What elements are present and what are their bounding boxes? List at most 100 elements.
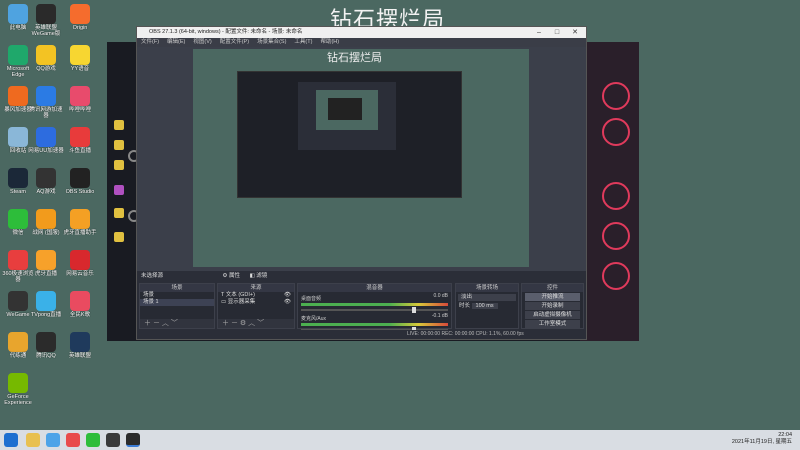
down-icon[interactable]: ﹀ — [257, 320, 264, 327]
source-item[interactable]: ▭ 显示器采集 👁 — [218, 299, 294, 306]
menu-item[interactable]: 场景集合(S) — [257, 39, 286, 45]
no-source-label: 未选择源 — [141, 273, 164, 279]
add-icon[interactable]: ＋ — [222, 320, 229, 327]
uu-icon — [36, 127, 56, 147]
desktop-shortcut[interactable]: 哔哩哔哩 — [62, 86, 98, 113]
scene-item[interactable]: 场景 1 — [140, 299, 214, 306]
start-recording-button[interactable]: 开始录制 — [525, 302, 580, 310]
champion-icon[interactable] — [114, 140, 124, 150]
up-icon[interactable]: ︿ — [162, 320, 169, 327]
desktop-shortcut-label: GeForce Experience — [4, 394, 32, 406]
track-level: 0.0 dB — [433, 293, 448, 299]
desktop-shortcut[interactable]: YY语音 — [62, 45, 98, 72]
desktop-shortcut[interactable]: AQ游戏 — [28, 168, 64, 195]
desktop-shortcut[interactable]: 网易云音乐 — [62, 250, 98, 277]
scenes-dock: 场景 场景 场景 1 ＋ － ︿ ﹀ — [139, 283, 215, 329]
clock[interactable]: 22:04 2021年11月19日, 星期五 — [732, 432, 792, 446]
avatar-ring[interactable] — [602, 182, 630, 210]
menu-item[interactable]: 视图(V) — [193, 39, 211, 45]
filters-button[interactable]: ◧ 滤镜 — [250, 273, 268, 279]
menu-item[interactable]: 配置文件(P) — [220, 39, 249, 45]
preview-area[interactable]: 钻石摆烂局 — [137, 47, 586, 271]
volume-slider[interactable] — [301, 307, 448, 313]
desktop-shortcut[interactable]: 腾讯QQ — [28, 332, 64, 359]
filters-label: 滤镜 — [256, 273, 268, 279]
avatar-ring[interactable] — [602, 222, 630, 250]
explorer-icon[interactable] — [26, 433, 40, 447]
champion-icon[interactable] — [114, 208, 124, 218]
desktop-shortcut[interactable]: TVpong直播 — [28, 291, 64, 318]
menu-item[interactable]: 帮助(H) — [320, 39, 339, 45]
desktop-shortcut[interactable]: 斗鱼直播 — [62, 127, 98, 154]
clock-date: 2021年11月19日, 星期五 — [731, 439, 792, 445]
champion-icon[interactable] — [114, 120, 124, 130]
desktop-shortcut[interactable]: QQ游戏 — [28, 45, 64, 72]
obs-titlebar[interactable]: OBS 27.1.3 (64-bit, windows) - 配置文件: 未命名… — [137, 27, 586, 38]
nested-preview-deep — [328, 98, 362, 120]
desktop-shortcut[interactable]: 腾讯网游加速器 — [28, 86, 64, 119]
up-icon[interactable]: ︿ — [248, 320, 255, 327]
desktop-shortcut[interactable]: GeForce Experience — [0, 373, 36, 406]
champion-icon[interactable] — [114, 185, 124, 195]
lol-taskbar-icon[interactable] — [106, 433, 120, 447]
start-icon[interactable] — [4, 433, 18, 447]
sources-dock: 来源 T 文本 (GDI+) 👁 ▭ 显示器采集 👁 ＋ － ⚙ ︿ ﹀ — [217, 283, 295, 329]
maximize-button[interactable]: □ — [548, 27, 566, 38]
remove-icon[interactable]: － — [231, 320, 238, 327]
desktop-shortcut[interactable]: 全民K歌 — [62, 291, 98, 318]
desktop-shortcut[interactable]: 英雄联盟 — [62, 332, 98, 359]
close-button[interactable]: ✕ — [566, 27, 584, 38]
dailiantong-icon — [8, 332, 28, 352]
wechat-icon — [8, 209, 28, 229]
avatar-ring[interactable] — [602, 82, 630, 110]
champion-icon[interactable] — [114, 160, 124, 170]
avatar-ring[interactable] — [602, 118, 630, 146]
transition-select[interactable]: 淡出 — [458, 294, 516, 301]
bilibili-icon — [70, 86, 90, 106]
eye-icon[interactable]: 👁 — [284, 292, 291, 299]
obs-taskbar-icon[interactable] — [126, 433, 140, 447]
mixer-track: 麦克风/Aux -0.1 dB — [298, 312, 451, 333]
app-icon[interactable] — [66, 433, 80, 447]
properties-button[interactable]: ⚙ 属性 — [223, 273, 240, 279]
transitions-header: 场景转场 — [456, 284, 518, 292]
kge-icon — [70, 291, 90, 311]
minimize-button[interactable]: – — [530, 27, 548, 38]
desktop-shortcut[interactable]: 网易UU加速器 — [28, 127, 64, 154]
scene-item[interactable]: 场景 — [140, 292, 214, 299]
duration-input[interactable]: 100 ms — [471, 303, 498, 309]
desktop-shortcut[interactable]: OBS Studio — [62, 168, 98, 195]
desktop-shortcut[interactable]: 虎牙直播 — [28, 250, 64, 277]
desktop-shortcut-label: Origin — [72, 25, 88, 31]
lol-icon — [36, 4, 56, 24]
menu-item[interactable]: 编辑(E) — [167, 39, 185, 45]
down-icon[interactable]: ﹀ — [171, 320, 178, 327]
booster-icon — [8, 86, 28, 106]
add-icon[interactable]: ＋ — [144, 320, 151, 327]
remove-icon[interactable]: － — [153, 320, 160, 327]
desktop-shortcut[interactable]: 英雄联盟WeGame版 — [28, 4, 64, 37]
desktop-shortcut[interactable]: 战网 (国服) — [28, 209, 64, 236]
huya-icon — [36, 250, 56, 270]
duration-row: 时长 100 ms — [456, 303, 518, 310]
gear-icon[interactable]: ⚙ — [240, 320, 246, 327]
netease-music-icon — [70, 250, 90, 270]
source-item[interactable]: T 文本 (GDI+) 👁 — [218, 292, 294, 299]
desktop-shortcut[interactable]: 虎牙直播助手 — [62, 209, 98, 236]
studio-mode-button[interactable]: 工作室模式 — [525, 320, 580, 328]
champion-icon[interactable] — [114, 232, 124, 242]
menu-item[interactable]: 工具(T) — [294, 39, 312, 45]
desktop-shortcut-label: QQ游戏 — [36, 66, 56, 72]
menu-item[interactable]: 文件(F) — [141, 39, 159, 45]
properties-label: 属性 — [229, 273, 241, 279]
wechat-taskbar-icon[interactable] — [86, 433, 100, 447]
eye-icon[interactable]: 👁 — [284, 299, 291, 306]
preview-scene: 钻石摆烂局 — [193, 49, 529, 267]
battlenet-icon — [36, 209, 56, 229]
virtual-camera-button[interactable]: 启动虚拟摄像机 — [525, 311, 580, 319]
start-streaming-button[interactable]: 开始推流 — [525, 293, 580, 301]
avatar-ring[interactable] — [602, 262, 630, 290]
desktop-shortcut[interactable]: Origin — [62, 4, 98, 31]
edge-icon — [8, 45, 28, 65]
browser-icon[interactable] — [46, 433, 60, 447]
